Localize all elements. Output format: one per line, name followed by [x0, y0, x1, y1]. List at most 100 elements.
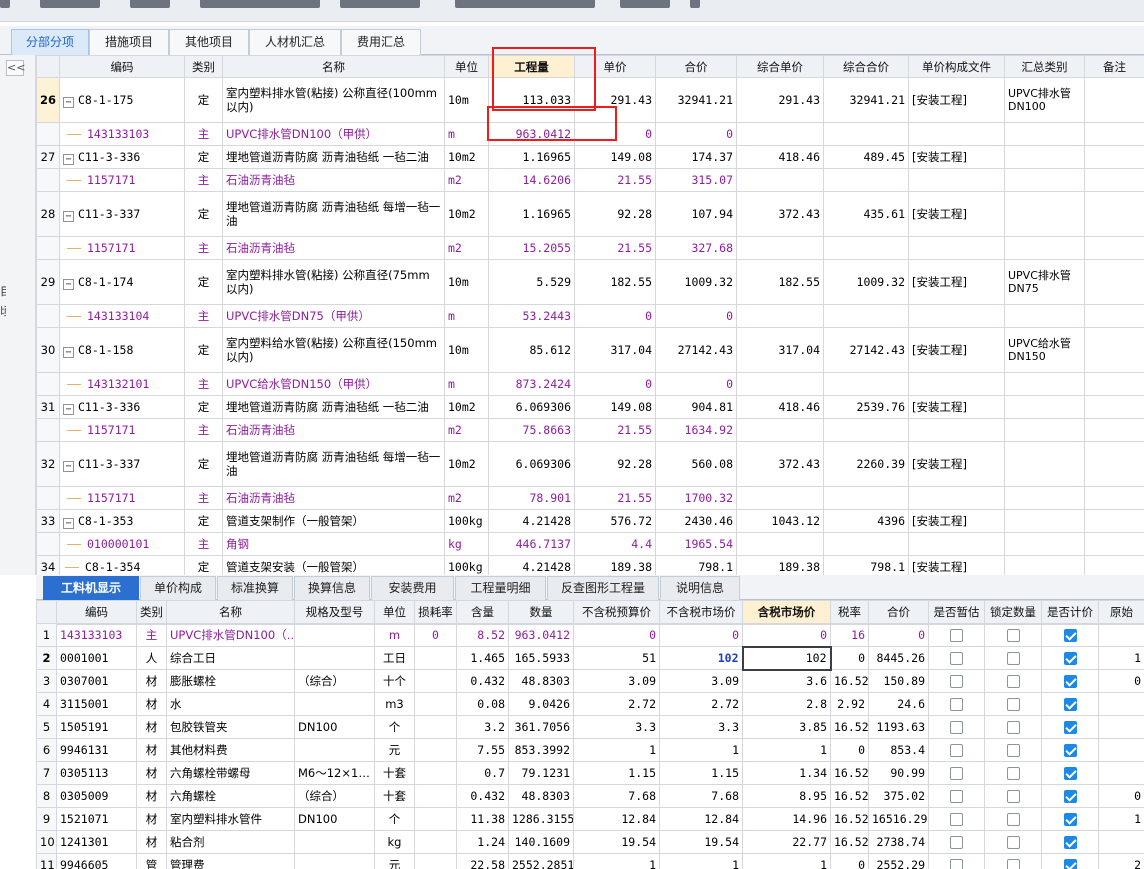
quantity-cell[interactable]: 85.612 — [488, 327, 575, 373]
name-cell[interactable]: 室内塑料排水管(粘接) 公称直径(75mm以内) — [222, 259, 445, 305]
summary-category-cell[interactable]: UPVC给水管DN150 — [1004, 327, 1085, 373]
is-priced-checkbox[interactable] — [1063, 698, 1077, 711]
summary-category-cell[interactable] — [1004, 236, 1085, 260]
original-cell[interactable]: 1 — [1098, 646, 1144, 670]
total-cell[interactable]: 8445.26 — [868, 646, 929, 670]
unit-cell[interactable]: m — [444, 122, 489, 146]
original-cell[interactable]: 1 — [1098, 807, 1144, 831]
name-cell[interactable]: 室内塑料排水管件 — [166, 807, 295, 831]
quantity-cell[interactable]: 1.16965 — [488, 191, 575, 237]
tax-rate-cell[interactable]: 16.52 — [830, 715, 869, 739]
price-file-cell[interactable] — [908, 486, 1005, 510]
lock-quantity-checkbox[interactable] — [1006, 767, 1020, 780]
row-number[interactable] — [36, 236, 60, 260]
unit-price-cell[interactable]: 4.4 — [574, 532, 656, 556]
composite-price-cell[interactable]: 418.46 — [736, 145, 824, 169]
summary-category-cell[interactable] — [1004, 509, 1085, 533]
is-estimate-checkbox[interactable] — [950, 813, 963, 826]
budget-price-cell[interactable]: 7.68 — [573, 784, 660, 808]
remark-cell[interactable] — [1084, 441, 1144, 487]
code-cell[interactable]: 143133103 — [56, 623, 137, 647]
row-number[interactable] — [36, 372, 60, 396]
unit-price-cell[interactable]: 0 — [574, 372, 656, 396]
composite-total-cell[interactable]: 27142.43 — [823, 327, 909, 373]
loss-rate-cell[interactable] — [414, 784, 457, 808]
code-cell[interactable]: − C8-1-174 — [59, 259, 185, 305]
content-cell[interactable]: 1.465 — [456, 646, 509, 670]
item-row[interactable]: 27− C11-3-336 定埋地管道沥青防腐 沥青油毡纸 一毡二油 10m2 1.16… — [36, 145, 1144, 169]
col-header-total[interactable]: 合价 — [868, 600, 929, 624]
col-header-original[interactable]: 原始 — [1098, 600, 1144, 624]
name-cell[interactable]: 管理费 — [166, 853, 295, 869]
name-cell[interactable]: 埋地管道沥青防腐 沥青油毡纸 每增一毡一油 — [222, 441, 445, 487]
sub-item-row[interactable]: 143133104 主 UPVC排水管DN75（甲供） m 53.2443 0 0 — [36, 304, 1144, 328]
row-number[interactable]: 3 — [36, 669, 57, 693]
type-cell[interactable]: 材 — [136, 830, 167, 854]
unit-cell[interactable]: 十套 — [374, 784, 415, 808]
total-cell[interactable]: 16516.29 — [868, 807, 929, 831]
lock-quantity-checkbox[interactable] — [1006, 721, 1020, 734]
quantity-cell[interactable]: 1286.3155 — [508, 807, 574, 831]
tab-biaozhun[interactable]: 标准换算 — [217, 576, 293, 600]
sub-item-row[interactable]: 143132101 主 UPVC给水管DN150（甲供） m 873.2424 0 0 — [36, 372, 1144, 396]
type-cell[interactable]: 材 — [136, 807, 167, 831]
summary-category-cell[interactable] — [1004, 486, 1085, 510]
tab-rencaiji[interactable]: 人材机汇总 — [249, 29, 341, 55]
row-number[interactable]: 9 — [36, 807, 57, 831]
row-number[interactable] — [36, 418, 60, 442]
type-cell[interactable]: 材 — [136, 669, 167, 693]
composite-price-cell[interactable]: 182.55 — [736, 259, 824, 305]
is-estimate-checkbox[interactable] — [950, 790, 963, 803]
spec-cell[interactable] — [294, 738, 375, 762]
unit-cell[interactable]: 元 — [374, 738, 415, 762]
remark-cell[interactable] — [1084, 191, 1144, 237]
budget-price-cell[interactable]: 0 — [573, 623, 660, 647]
resource-row[interactable]: 2 0001001 人综合工日 工日 1.465 165.5933 51 102 102 0 844… — [36, 645, 1144, 671]
lock-quantity-checkbox[interactable] — [1006, 652, 1020, 665]
type-cell[interactable]: 定 — [184, 509, 223, 533]
content-cell[interactable]: 8.52 — [456, 623, 509, 647]
composite-price-cell[interactable] — [736, 122, 824, 146]
unit-price-cell[interactable]: 21.55 — [574, 236, 656, 260]
code-cell[interactable]: 1505191 — [56, 715, 137, 739]
row-number[interactable]: 7 — [36, 761, 57, 785]
type-cell[interactable]: 定 — [184, 441, 223, 487]
code-cell[interactable]: 143133104 — [59, 304, 185, 328]
price-file-cell[interactable]: [安装工程] — [908, 327, 1005, 373]
unit-price-cell[interactable]: 92.28 — [574, 441, 656, 487]
resource-row[interactable]: 9 1521071 材室内塑料排水管件 DN100 个 11.38 1286.3155 12.… — [36, 807, 1144, 831]
resource-row[interactable]: 5 1505191 材包胶铁管夹 DN100 个 3.2 361.7056 3.3 3.3 3.8… — [36, 715, 1144, 739]
col-header-lock-quantity[interactable]: 锁定数量 — [984, 600, 1042, 624]
remark-cell[interactable] — [1084, 122, 1144, 146]
unit-cell[interactable]: m2 — [444, 418, 489, 442]
quantity-cell[interactable]: 446.7137 — [488, 532, 575, 556]
quantity-cell[interactable]: 873.2424 — [488, 372, 575, 396]
remark-cell[interactable] — [1084, 395, 1144, 419]
type-cell[interactable]: 主 — [184, 532, 223, 556]
total-price-cell[interactable]: 315.07 — [655, 168, 737, 192]
name-cell[interactable]: 六角螺栓 — [166, 784, 295, 808]
col-header-market-price[interactable]: 不含税市场价 — [659, 600, 743, 624]
quantity-cell[interactable]: 165.5933 — [508, 646, 574, 670]
original-cell[interactable] — [1098, 715, 1144, 739]
col-header-quantity[interactable]: 数量 — [508, 600, 574, 624]
quantity-cell[interactable]: 14.6206 — [488, 168, 575, 192]
code-cell[interactable]: 0307001 — [56, 669, 137, 693]
col-header-total-price[interactable]: 合价 — [655, 55, 737, 78]
unit-cell[interactable]: 工日 — [374, 646, 415, 670]
remark-cell[interactable] — [1084, 304, 1144, 328]
loss-rate-cell[interactable] — [414, 830, 457, 854]
code-cell[interactable]: − C8-1-175 — [59, 77, 185, 123]
composite-total-cell[interactable] — [823, 418, 909, 442]
remark-cell[interactable] — [1084, 327, 1144, 373]
market-price-cell[interactable]: 19.54 — [659, 830, 743, 854]
market-price-cell[interactable]: 1 — [659, 738, 743, 762]
total-price-cell[interactable]: 1009.32 — [655, 259, 737, 305]
type-cell[interactable]: 材 — [136, 692, 167, 716]
spec-cell[interactable]: DN100 — [294, 807, 375, 831]
sub-item-row[interactable]: 1157171 主石油沥青油毡 m2 78.901 21.55 1700.32 — [36, 486, 1144, 510]
item-row[interactable]: 30− C8-1-158 定室内塑料给水管(粘接) 公称直径(150mm以内) 10m… — [36, 327, 1144, 373]
original-cell[interactable] — [1098, 830, 1144, 854]
row-number[interactable]: 26 — [36, 77, 60, 123]
code-cell[interactable]: − C8-1-158 — [59, 327, 185, 373]
